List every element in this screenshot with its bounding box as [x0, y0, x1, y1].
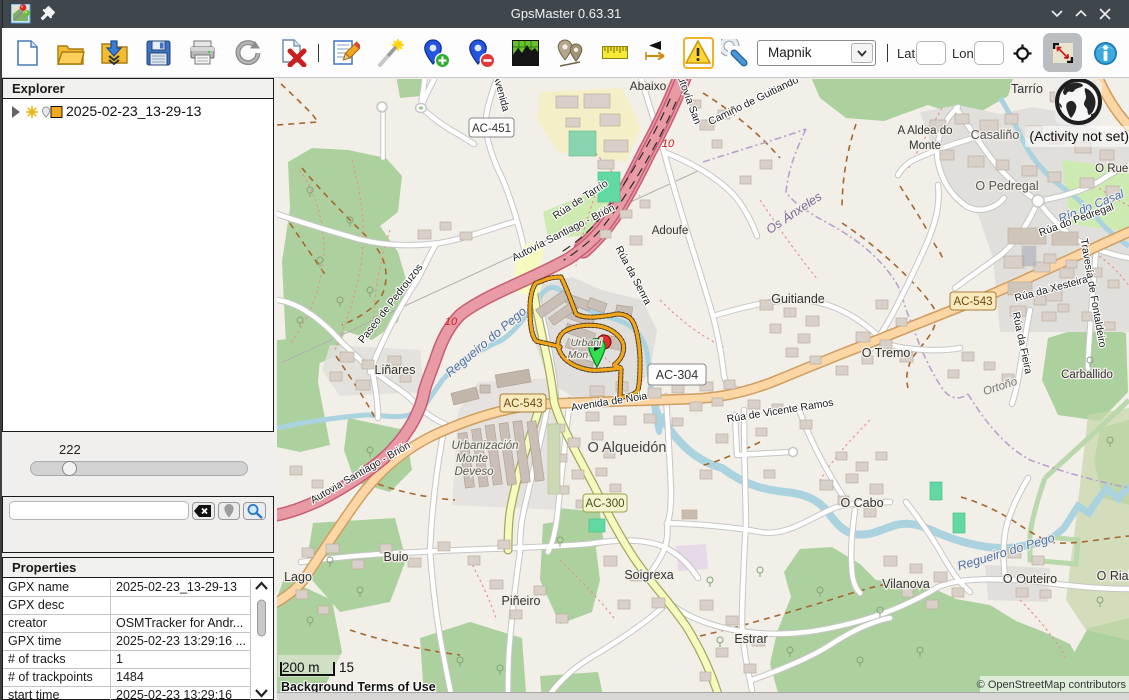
svg-text:Liñares: Liñares: [375, 363, 416, 377]
svg-text:© OpenStreetMap contributors: © OpenStreetMap contributors: [977, 679, 1127, 691]
svg-text:Abaixo: Abaixo: [630, 79, 667, 93]
svg-text:A Aldea do: A Aldea do: [898, 125, 953, 137]
svg-text:AC-304: AC-304: [656, 368, 698, 382]
svg-text:10: 10: [445, 316, 458, 328]
svg-text:AC-543: AC-543: [504, 398, 543, 410]
svg-text:O Cabo: O Cabo: [840, 496, 883, 510]
svg-text:AC-543: AC-543: [954, 296, 993, 308]
svg-text:O Ruei: O Ruei: [1095, 163, 1129, 175]
svg-text:Buio: Buio: [383, 550, 408, 564]
svg-text:10: 10: [662, 138, 675, 150]
svg-text:Carballido: Carballido: [1061, 369, 1113, 381]
svg-text:Adoufe: Adoufe: [652, 225, 688, 237]
svg-text:Urbanización: Urbanización: [451, 440, 518, 452]
svg-text:O Rial: O Rial: [1097, 569, 1129, 583]
svg-text:O Tremo: O Tremo: [862, 346, 911, 360]
svg-text:Estrar: Estrar: [734, 632, 767, 646]
svg-text:AC-300: AC-300: [586, 498, 625, 510]
svg-text:15: 15: [339, 660, 354, 675]
svg-text:O Alqueidón: O Alqueidón: [587, 440, 666, 456]
svg-text:Tarrío: Tarrío: [1011, 82, 1043, 96]
svg-text:Piñeiro: Piñeiro: [502, 594, 541, 608]
svg-text:(Activity not set): (Activity not set): [1029, 128, 1129, 144]
svg-text:Monte: Monte: [909, 140, 941, 152]
svg-text:Soigrexa: Soigrexa: [624, 568, 673, 582]
svg-text:Deveso: Deveso: [455, 466, 495, 478]
svg-text:AC-451: AC-451: [472, 123, 511, 135]
svg-text:Vilanova: Vilanova: [882, 577, 930, 591]
svg-text:Guitiande: Guitiande: [771, 292, 825, 306]
svg-text:O Outeiro: O Outeiro: [1003, 572, 1057, 586]
svg-text:Monte: Monte: [456, 453, 488, 465]
svg-text:O Pedregal: O Pedregal: [975, 179, 1038, 193]
svg-text:Mon: Mon: [568, 349, 589, 361]
svg-text:Lago: Lago: [284, 570, 312, 584]
svg-text:Background Terms of Use: Background Terms of Use: [281, 680, 436, 692]
svg-text:200 m: 200 m: [282, 660, 320, 675]
svg-text:Urbani: Urbani: [571, 337, 603, 349]
svg-text:Casaliño: Casaliño: [971, 128, 1020, 142]
